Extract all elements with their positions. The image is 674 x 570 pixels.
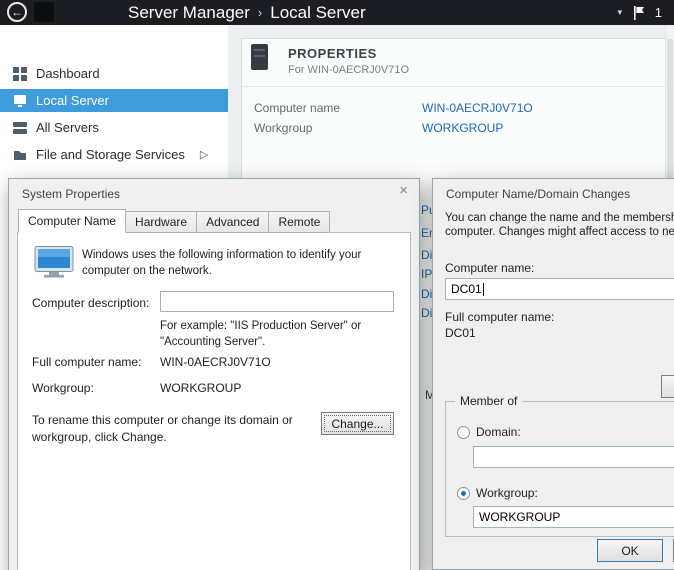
workgroup-input[interactable]: WORKGROUP xyxy=(473,506,674,528)
sidebar-item-all-servers[interactable]: All Servers xyxy=(0,116,228,139)
workgroup-radio-label: Workgroup: xyxy=(476,486,538,500)
domain-radio-label: Domain: xyxy=(476,425,521,439)
expand-chevron-icon[interactable]: ▷ xyxy=(200,148,208,161)
domain-input[interactable] xyxy=(473,446,674,468)
workgroup-label: Workgroup: xyxy=(32,381,94,395)
tab-hardware[interactable]: Hardware xyxy=(126,211,197,233)
property-row: Workgroup WORKGROUP xyxy=(254,121,312,135)
local-server-icon xyxy=(13,94,27,108)
system-properties-dialog: System Properties × Computer Name Hardwa… xyxy=(8,178,420,570)
computer-name-label: Computer name: xyxy=(445,261,534,275)
workgroup-input-value: WORKGROUP xyxy=(479,510,560,524)
property-row: Computer name WIN-0AECRJ0V71O xyxy=(254,101,340,115)
server-icon xyxy=(251,44,268,70)
caret-down-icon[interactable]: ▼ xyxy=(616,8,624,17)
intro-text: Windows uses the following information t… xyxy=(82,248,400,279)
breadcrumb-separator-icon: › xyxy=(258,5,262,20)
sidebar-item-file-storage-services[interactable]: File and Storage Services ▷ xyxy=(0,143,228,166)
change-button[interactable]: Change... xyxy=(321,412,394,435)
tab-bar: Computer Name Hardware Advanced Remote xyxy=(18,209,330,233)
tab-remote[interactable]: Remote xyxy=(269,211,330,233)
notifications-flag-icon[interactable] xyxy=(634,6,645,20)
clipped-property-value: IP xyxy=(421,267,432,281)
rename-hint-text: To rename this computer or change its do… xyxy=(32,412,312,447)
workgroup-link[interactable]: WORKGROUP xyxy=(422,121,503,135)
breadcrumb: Server Manager › Local Server xyxy=(128,0,366,25)
example-text: For example: "IIS Production Server" or … xyxy=(160,319,398,350)
sidebar-item-label: File and Storage Services xyxy=(36,147,185,162)
clipped-property-value: Di xyxy=(421,306,432,320)
forward-button[interactable] xyxy=(34,2,54,22)
more-button[interactable] xyxy=(661,375,674,398)
notification-count[interactable]: 1 xyxy=(655,5,662,20)
computer-name-input-value: DC01 xyxy=(451,282,482,296)
scrollbar-thumb[interactable] xyxy=(667,39,673,189)
computer-description-input[interactable] xyxy=(160,291,394,312)
dialog-body-text: You can change the name and the membersh… xyxy=(445,212,674,224)
close-icon[interactable]: × xyxy=(399,183,408,198)
tab-computer-name[interactable]: Computer Name xyxy=(18,209,126,233)
workgroup-value: WORKGROUP xyxy=(160,381,241,395)
screen: ← Server Manager › Local Server ▼ 1 Dash… xyxy=(0,0,674,570)
full-computer-name-value: DC01 xyxy=(445,326,476,340)
workgroup-radio[interactable] xyxy=(457,487,470,500)
tab-advanced[interactable]: Advanced xyxy=(197,211,269,233)
file-storage-icon xyxy=(13,148,27,162)
computer-monitor-icon xyxy=(34,246,74,278)
dialog-title: Computer Name/Domain Changes xyxy=(446,187,630,201)
titlebar-actions: ▼ 1 xyxy=(616,0,662,25)
divider xyxy=(242,86,665,87)
full-computer-name-label: Full computer name: xyxy=(32,355,141,369)
sidebar-item-dashboard[interactable]: Dashboard xyxy=(0,62,228,85)
sidebar-item-label: All Servers xyxy=(36,120,99,135)
dialog-title: System Properties xyxy=(22,187,120,201)
all-servers-icon xyxy=(13,121,27,135)
sidebar-item-local-server[interactable]: Local Server xyxy=(0,89,228,112)
breadcrumb-server-manager[interactable]: Server Manager xyxy=(128,3,250,23)
full-computer-name-value: WIN-0AECRJ0V71O xyxy=(160,355,271,369)
ok-button[interactable]: OK xyxy=(597,539,663,562)
property-label: Workgroup xyxy=(254,121,312,135)
sidebar-item-label: Local Server xyxy=(36,93,109,108)
back-button[interactable]: ← xyxy=(7,2,27,22)
computer-name-link[interactable]: WIN-0AECRJ0V71O xyxy=(422,101,533,115)
dialog-body-text: computer. Changes might affect access to… xyxy=(445,226,674,238)
domain-radio[interactable] xyxy=(457,426,470,439)
back-arrow-icon: ← xyxy=(11,6,23,18)
properties-title: PROPERTIES xyxy=(288,46,377,61)
clipped-property-value: Di xyxy=(421,287,432,301)
domain-changes-dialog: Computer Name/Domain Changes You can cha… xyxy=(432,178,674,570)
full-computer-name-label: Full computer name: xyxy=(445,310,554,324)
property-label: Computer name xyxy=(254,101,340,115)
text-caret xyxy=(483,283,484,296)
computer-name-tab-panel: Windows uses the following information t… xyxy=(17,232,411,570)
member-of-legend: Member of xyxy=(455,394,522,408)
clipped-property-value: Di xyxy=(421,248,432,262)
breadcrumb-local-server[interactable]: Local Server xyxy=(270,3,365,23)
dashboard-icon xyxy=(13,67,27,81)
properties-subtitle: For WIN-0AECRJ0V71O xyxy=(288,64,409,76)
computer-description-label: Computer description: xyxy=(32,296,149,310)
computer-name-input[interactable]: DC01 xyxy=(445,278,674,300)
sidebar-item-label: Dashboard xyxy=(36,66,100,81)
titlebar: ← Server Manager › Local Server ▼ 1 xyxy=(0,0,674,25)
